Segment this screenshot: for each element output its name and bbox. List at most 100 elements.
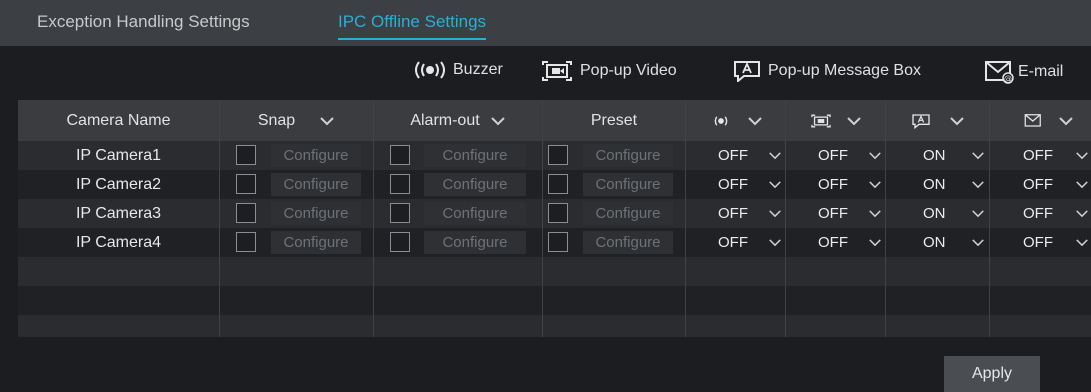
chevron-down-icon[interactable] [490, 116, 506, 126]
chevron-down-icon [769, 239, 781, 247]
email-icon: @ [985, 61, 1014, 84]
legend-email-label: E-mail [1018, 63, 1064, 80]
preset-checkbox[interactable] [548, 203, 568, 223]
popup-message-icon [911, 113, 930, 129]
popup-video-icon [810, 114, 831, 127]
alarm-out-checkbox[interactable] [390, 145, 410, 165]
tab-bar: Exception Handling Settings IPC Offline … [0, 0, 1091, 46]
popup-video-select[interactable]: OFF [818, 170, 884, 199]
snap-checkbox[interactable] [236, 232, 256, 252]
header-snap[interactable]: Snap [220, 100, 373, 141]
column-divider [542, 100, 543, 337]
camera-name: IP Camera3 [75, 204, 162, 222]
snap-configure-button[interactable]: Configure [271, 173, 361, 196]
column-divider [373, 100, 374, 337]
table-header: Camera Name Snap Alarm-out Preset [18, 100, 1091, 141]
snap-checkbox[interactable] [236, 145, 256, 165]
chevron-down-icon[interactable] [846, 116, 862, 126]
popup-message-select[interactable]: ON [923, 228, 989, 257]
preset-checkbox[interactable] [548, 232, 568, 252]
tab-ipc-offline-settings[interactable]: IPC Offline Settings [338, 12, 487, 40]
header-alarm-out[interactable]: Alarm-out [374, 100, 542, 141]
chevron-down-icon [1076, 239, 1088, 247]
buzzer-select[interactable]: OFF [718, 141, 784, 170]
apply-button[interactable]: Apply [944, 356, 1040, 392]
alarm-out-configure-button[interactable]: Configure [424, 202, 526, 225]
preset-configure-button[interactable]: Configure [583, 173, 673, 196]
snap-configure-button[interactable]: Configure [271, 231, 361, 254]
popup-message-select[interactable]: ON [923, 141, 989, 170]
legend-buzzer: Buzzer [413, 60, 503, 80]
table-row-empty [18, 286, 1091, 315]
chevron-down-icon[interactable] [949, 116, 965, 126]
chevron-down-icon [1076, 181, 1088, 189]
email-select[interactable]: OFF [1023, 170, 1089, 199]
popup-video-select[interactable]: OFF [818, 141, 884, 170]
chevron-down-icon[interactable] [319, 116, 335, 126]
camera-name: IP Camera4 [75, 233, 162, 251]
header-popup-message[interactable] [886, 100, 989, 141]
header-email[interactable] [990, 100, 1091, 141]
table-row: IP Camera1 Configure Configure Configure… [18, 141, 1091, 170]
chevron-down-icon [869, 152, 881, 160]
alarm-out-checkbox[interactable] [390, 232, 410, 252]
popup-video-icon [542, 61, 572, 81]
column-divider [885, 100, 886, 337]
snap-configure-button[interactable]: Configure [271, 202, 361, 225]
alarm-out-configure-button[interactable]: Configure [424, 144, 526, 167]
popup-message-select[interactable]: ON [923, 199, 989, 228]
snap-checkbox[interactable] [236, 174, 256, 194]
email-select[interactable]: OFF [1023, 141, 1089, 170]
buzzer-icon [714, 115, 727, 126]
header-preset: Preset [590, 111, 638, 129]
buzzer-select[interactable]: OFF [718, 170, 784, 199]
alarm-out-checkbox[interactable] [390, 174, 410, 194]
email-icon [1024, 113, 1041, 127]
buzzer-select[interactable]: OFF [718, 228, 784, 257]
buzzer-select[interactable]: OFF [718, 199, 784, 228]
column-divider [989, 100, 990, 337]
popup-message-select[interactable]: ON [923, 170, 989, 199]
header-buzzer[interactable] [686, 100, 785, 141]
preset-configure-button[interactable]: Configure [583, 202, 673, 225]
chevron-down-icon [869, 181, 881, 189]
chevron-down-icon[interactable] [747, 116, 763, 126]
snap-configure-button[interactable]: Configure [271, 144, 361, 167]
chevron-down-icon[interactable] [1058, 116, 1074, 126]
popup-video-select[interactable]: OFF [818, 199, 884, 228]
legend-email: @ E-mail [984, 60, 1063, 84]
legend-popup-video: Pop-up Video [540, 60, 677, 82]
legend: Buzzer Pop-up Video Pop-up Message Box @… [0, 60, 1091, 90]
legend-buzzer-label: Buzzer [453, 61, 503, 78]
chevron-down-icon [869, 210, 881, 218]
preset-checkbox[interactable] [548, 145, 568, 165]
tab-exception-handling-settings[interactable]: Exception Handling Settings [37, 12, 250, 32]
header-popup-video[interactable] [786, 100, 885, 141]
table-row: IP Camera2 Configure Configure Configure… [18, 170, 1091, 199]
column-divider [219, 100, 220, 337]
popup-message-icon [734, 61, 760, 82]
legend-popup-message-label: Pop-up Message Box [768, 62, 921, 79]
snap-checkbox[interactable] [236, 203, 256, 223]
popup-video-select[interactable]: OFF [818, 228, 884, 257]
alarm-out-configure-button[interactable]: Configure [424, 231, 526, 254]
alarm-out-checkbox[interactable] [390, 203, 410, 223]
table-row: IP Camera3 Configure Configure Configure… [18, 199, 1091, 228]
alarm-out-configure-button[interactable]: Configure [424, 173, 526, 196]
chevron-down-icon [972, 239, 984, 247]
email-select[interactable]: OFF [1023, 199, 1089, 228]
table-row-empty [18, 315, 1091, 337]
preset-checkbox[interactable] [548, 174, 568, 194]
chevron-down-icon [1076, 152, 1088, 160]
legend-popup-video-label: Pop-up Video [580, 62, 677, 79]
email-select[interactable]: OFF [1023, 228, 1089, 257]
svg-text:@: @ [1004, 74, 1012, 83]
chevron-down-icon [972, 181, 984, 189]
chevron-down-icon [972, 210, 984, 218]
camera-table: Camera Name Snap Alarm-out Preset IP Cam… [18, 100, 1091, 337]
chevron-down-icon [769, 210, 781, 218]
chevron-down-icon [1076, 210, 1088, 218]
preset-configure-button[interactable]: Configure [583, 144, 673, 167]
preset-configure-button[interactable]: Configure [583, 231, 673, 254]
chevron-down-icon [769, 181, 781, 189]
